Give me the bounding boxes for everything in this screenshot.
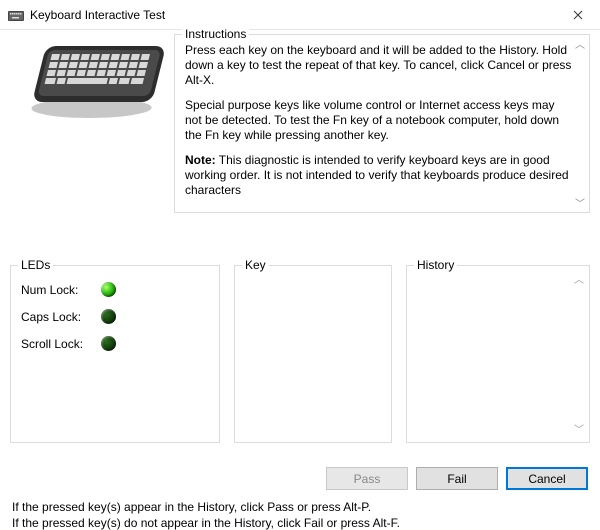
instructions-text: Press each key on the keyboard and it wi…: [175, 35, 589, 212]
hint-fail: If the pressed key(s) do not appear in t…: [12, 516, 588, 530]
instructions-note-prefix: Note:: [185, 153, 216, 167]
numlock-led: [101, 282, 116, 297]
instructions-scrollbar[interactable]: ︿ ﹀: [573, 41, 587, 210]
key-group: Key: [234, 265, 392, 443]
pass-button[interactable]: Pass: [326, 467, 408, 490]
dialog-buttons: Pass Fail Cancel: [10, 467, 590, 490]
capslock-label: Caps Lock:: [21, 310, 101, 324]
keyboard-illustration: [10, 34, 168, 124]
hint-pass: If the pressed key(s) appear in the Hist…: [12, 500, 588, 514]
scroll-up-icon[interactable]: ︿: [575, 41, 585, 51]
led-row-numlock: Num Lock:: [21, 282, 209, 297]
cancel-button[interactable]: Cancel: [506, 467, 588, 490]
scroll-down-icon[interactable]: ﹀: [575, 200, 585, 210]
window-title: Keyboard Interactive Test: [30, 8, 555, 22]
numlock-label: Num Lock:: [21, 283, 101, 297]
instructions-p3: Note: This diagnostic is intended to ver…: [185, 153, 573, 198]
history-group: History ︿ ﹀: [406, 265, 590, 443]
instructions-p2: Special purpose keys like volume control…: [185, 98, 573, 143]
instructions-p1: Press each key on the keyboard and it wi…: [185, 43, 573, 88]
capslock-led: [101, 309, 116, 324]
scroll-up-icon[interactable]: ︿: [574, 276, 584, 286]
close-button[interactable]: [555, 0, 600, 30]
keyboard-icon: [8, 9, 24, 21]
scroll-down-icon[interactable]: ﹀: [574, 426, 584, 436]
title-bar: Keyboard Interactive Test: [0, 0, 600, 30]
history-legend: History: [414, 258, 457, 272]
led-row-capslock: Caps Lock:: [21, 309, 209, 324]
scrolllock-led: [101, 336, 116, 351]
scrolllock-label: Scroll Lock:: [21, 337, 101, 351]
instructions-group: Instructions Press each key on the keybo…: [174, 34, 590, 213]
leds-legend: LEDs: [18, 258, 53, 272]
fail-button[interactable]: Fail: [416, 467, 498, 490]
instructions-note-rest: This diagnostic is intended to verify ke…: [185, 153, 569, 197]
leds-group: LEDs Num Lock: Caps Lock: Scroll Lock:: [10, 265, 220, 443]
key-legend: Key: [242, 258, 269, 272]
led-row-scrolllock: Scroll Lock:: [21, 336, 209, 351]
history-scrollbar[interactable]: ︿ ﹀: [572, 276, 586, 436]
